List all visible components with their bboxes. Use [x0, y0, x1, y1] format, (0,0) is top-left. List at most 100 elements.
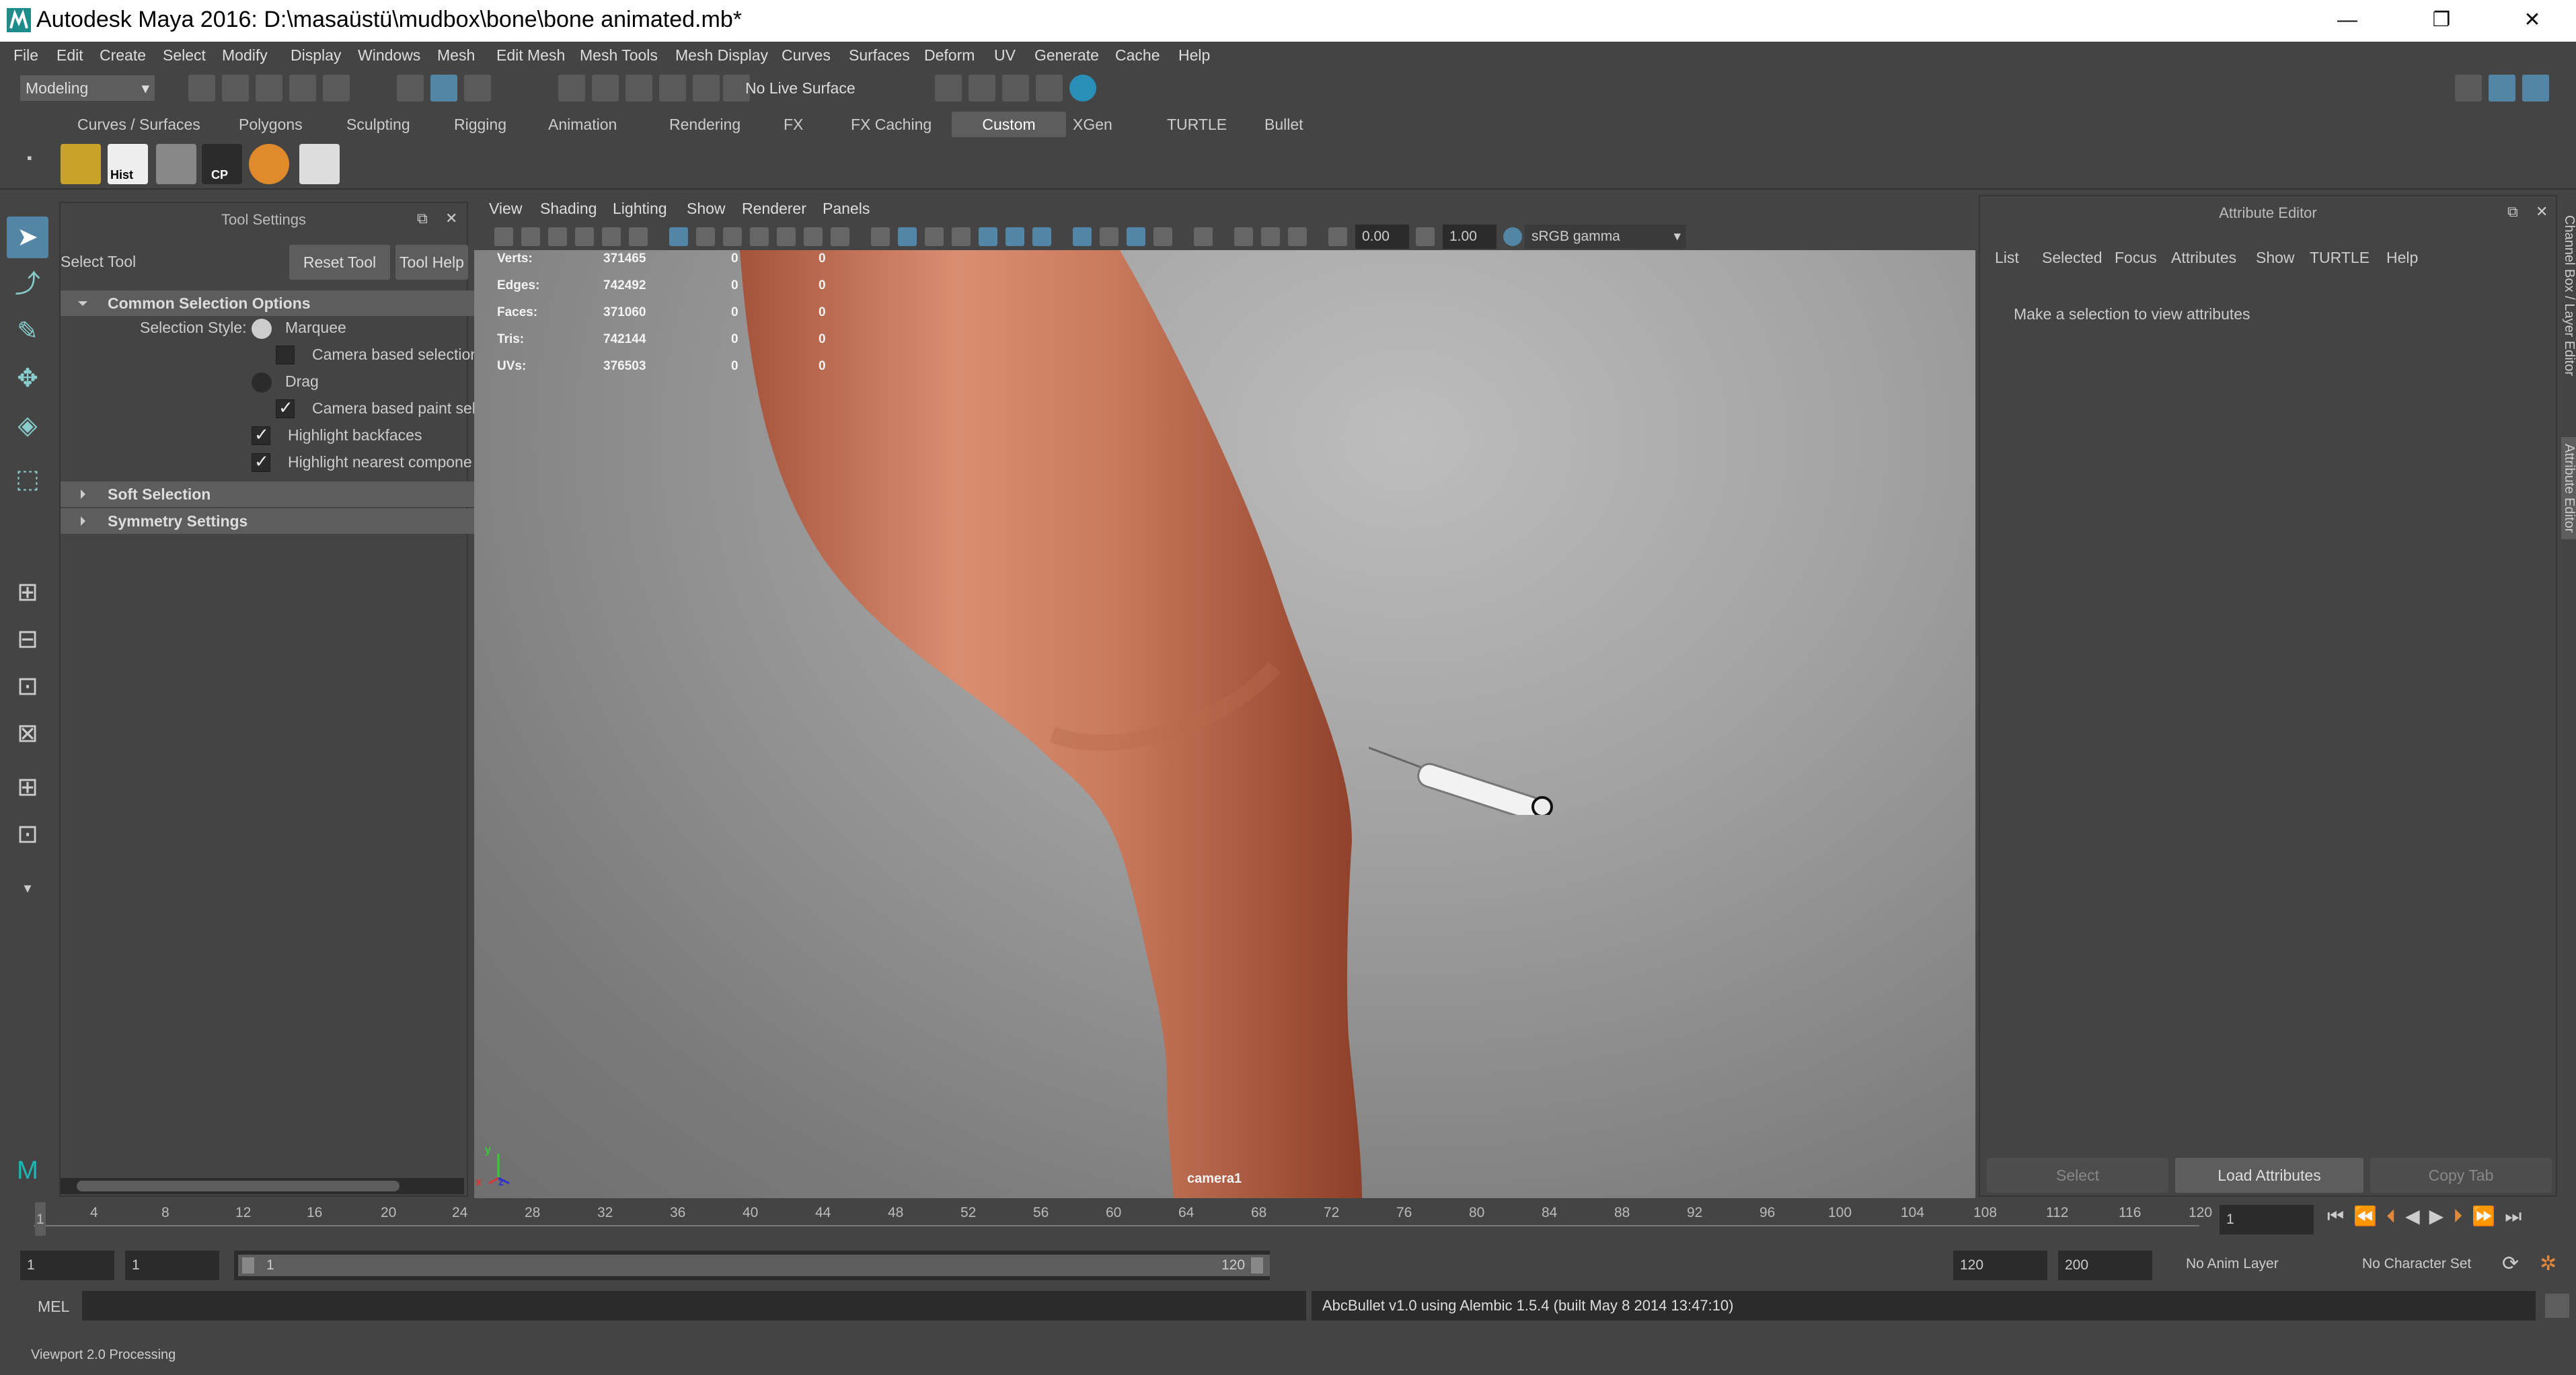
xray-icon[interactable]: [1100, 227, 1119, 246]
scrollbar-thumb[interactable]: [77, 1181, 400, 1191]
ae-menu-list[interactable]: List: [1995, 249, 2019, 267]
menu-curves[interactable]: Curves: [782, 46, 831, 65]
render-settings-icon[interactable]: [1002, 75, 1029, 102]
tab-custom[interactable]: Custom: [952, 112, 1066, 137]
wireframe-icon[interactable]: [871, 227, 890, 246]
menu-windows[interactable]: Windows: [358, 46, 420, 65]
start-time-field[interactable]: 1: [20, 1251, 114, 1280]
menu-surfaces[interactable]: Surfaces: [849, 46, 910, 65]
minimize-button[interactable]: —: [2320, 4, 2374, 36]
ipr-render-icon[interactable]: [969, 75, 995, 102]
menu-deform[interactable]: Deform: [924, 46, 975, 65]
camera-based-selection-checkbox[interactable]: [276, 346, 295, 364]
resolution-gate-icon[interactable]: [723, 227, 742, 246]
tool-help-button[interactable]: Tool Help: [395, 245, 468, 280]
mode-dropdown[interactable]: Modeling ▾: [20, 75, 155, 101]
xray-joints-icon[interactable]: [1127, 227, 1145, 246]
isolate-select-icon[interactable]: [1073, 227, 1092, 246]
antialiasing-icon[interactable]: [1032, 227, 1051, 246]
2d-pan-icon[interactable]: [602, 227, 621, 246]
menu-generate[interactable]: Generate: [1034, 46, 1099, 65]
go-to-end-icon[interactable]: ⏭: [2505, 1206, 2531, 1226]
step-back-icon[interactable]: ⏪: [2353, 1206, 2386, 1226]
select-hierarchy-icon[interactable]: [397, 75, 424, 102]
tab-bullet[interactable]: Bullet: [1258, 112, 1310, 137]
film-gate-icon[interactable]: [696, 227, 715, 246]
menu-help[interactable]: Help: [1178, 46, 1210, 65]
exposure-field[interactable]: 0.00: [1355, 225, 1409, 249]
script-language-toggle[interactable]: MEL: [38, 1298, 69, 1316]
vp-menu-show[interactable]: Show: [687, 200, 726, 218]
tab-rendering[interactable]: Rendering: [662, 112, 747, 137]
pan-zoom-icon[interactable]: [1288, 227, 1307, 246]
layout-single-icon[interactable]: [2455, 75, 2482, 102]
tab-polygons[interactable]: Polygons: [232, 112, 309, 137]
snap-view-icon[interactable]: [659, 75, 686, 102]
play-forwards-icon[interactable]: ▶: [2429, 1206, 2454, 1226]
tab-sculpting[interactable]: Sculpting: [340, 112, 417, 137]
uv-layout-icon[interactable]: [61, 144, 101, 184]
anim-prefs-icon[interactable]: ✲: [2540, 1252, 2556, 1275]
freeze-icon[interactable]: [249, 144, 289, 184]
tab-animation[interactable]: Animation: [541, 112, 623, 137]
marquee-radio[interactable]: [252, 319, 272, 339]
drag-radio[interactable]: [252, 372, 272, 393]
xray-components-icon[interactable]: [1153, 227, 1172, 246]
menu-select[interactable]: Select: [163, 46, 206, 65]
bookmark-icon[interactable]: [548, 227, 567, 246]
tab-turtle[interactable]: TURTLE: [1160, 112, 1234, 137]
textured-icon[interactable]: [979, 227, 997, 246]
hypershade-view-icon[interactable]: ⊡: [7, 814, 48, 855]
play-backwards-icon[interactable]: ◀: [2405, 1206, 2429, 1226]
menu-mesh[interactable]: Mesh: [437, 46, 475, 65]
menu-mesh-tools[interactable]: Mesh Tools: [580, 46, 658, 65]
render-frame-icon[interactable]: [935, 75, 962, 102]
symmetry-settings-header[interactable]: Symmetry Settings: [61, 508, 511, 534]
close-button[interactable]: ✕: [2505, 4, 2559, 36]
paint-select-icon[interactable]: ✎: [7, 311, 48, 352]
tab-fx-caching[interactable]: FX Caching: [844, 112, 938, 137]
ae-menu-help[interactable]: Help: [2386, 249, 2418, 267]
select-object-icon[interactable]: [430, 75, 457, 102]
camera-based-paint-checkbox[interactable]: [276, 397, 295, 418]
vp-menu-shading[interactable]: Shading: [540, 200, 597, 218]
command-input[interactable]: [82, 1291, 1306, 1321]
image-plane-icon[interactable]: [575, 227, 594, 246]
graph-view-icon[interactable]: ⊠: [7, 713, 48, 754]
float-panel-icon[interactable]: ⧉: [2507, 203, 2518, 221]
layout-four-icon[interactable]: [2489, 75, 2515, 102]
step-forward-icon[interactable]: ⏩: [2472, 1206, 2505, 1226]
center-pivot-icon[interactable]: CP: [202, 144, 242, 184]
more-layouts-icon[interactable]: ▾: [7, 867, 48, 909]
four-view-icon[interactable]: ⊟: [7, 619, 48, 660]
live-surface-label[interactable]: No Live Surface: [745, 79, 856, 97]
float-panel-icon[interactable]: ⧉: [417, 210, 428, 227]
field-chart-icon[interactable]: [777, 227, 796, 246]
range-bar[interactable]: 1 120: [234, 1251, 1270, 1280]
frame-selected-icon[interactable]: [1261, 227, 1280, 246]
snap-curve-icon[interactable]: [592, 75, 619, 102]
common-selection-header[interactable]: Common Selection Options: [61, 290, 511, 316]
range-end-grip[interactable]: [1251, 1257, 1263, 1273]
color-management-icon[interactable]: [1503, 227, 1522, 246]
camera-icon[interactable]: [494, 227, 513, 246]
vp-menu-panels[interactable]: Panels: [823, 200, 870, 218]
grease-pencil-icon[interactable]: [629, 227, 648, 246]
snap-grid-icon[interactable]: [558, 75, 585, 102]
render-view-icon[interactable]: [1069, 75, 1096, 102]
grid-icon[interactable]: [299, 144, 340, 184]
menu-display[interactable]: Display: [291, 46, 341, 65]
snap-surface-icon[interactable]: [693, 75, 720, 102]
camera-select-icon[interactable]: [1194, 227, 1213, 246]
time-slider[interactable]: 1 4 8 12 16 20 24 28 32 36 40 44 48 52 5…: [0, 1198, 2576, 1240]
select-button[interactable]: Select: [1987, 1158, 2168, 1193]
step-forward-key-icon[interactable]: ⏵: [2453, 1206, 2472, 1226]
history-icon[interactable]: Hist: [108, 144, 148, 184]
current-frame-field[interactable]: 1: [2220, 1205, 2314, 1234]
highlight-nearest-checkbox[interactable]: [252, 451, 270, 472]
reset-tool-button[interactable]: Reset Tool: [289, 245, 390, 280]
colorspace-dropdown[interactable]: sRGB gamma ▾: [1525, 225, 1686, 249]
channel-box-tab[interactable]: Channel Box / Layer Editor: [2561, 215, 2576, 376]
playback-end-field[interactable]: 120: [1953, 1251, 2047, 1280]
tab-curves-surfaces[interactable]: Curves / Surfaces: [71, 112, 207, 137]
